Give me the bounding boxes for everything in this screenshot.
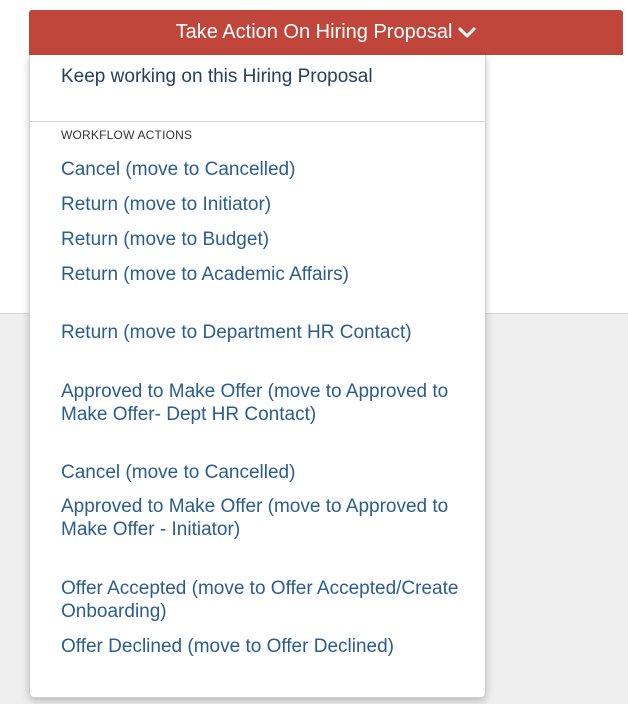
menu-item-cancel-2[interactable]: Cancel (move to Cancelled)	[61, 461, 471, 484]
chevron-down-icon	[458, 11, 476, 56]
menu-item-approved-dept-hr[interactable]: Approved to Make Offer (move to Approved…	[61, 380, 471, 426]
menu-item-return-department-hr[interactable]: Return (move to Department HR Contact)	[61, 321, 471, 344]
menu-item-offer-accepted[interactable]: Offer Accepted (move to Offer Accepted/C…	[61, 577, 471, 623]
workflow-actions-header: WORKFLOW ACTIONS	[61, 128, 193, 142]
menu-item-return-initiator[interactable]: Return (move to Initiator)	[61, 193, 471, 216]
take-action-button-label: Take Action On Hiring Proposal	[175, 21, 453, 43]
hiring-proposal-actions-menu: Keep working on this Hiring Proposal WOR…	[29, 55, 486, 698]
menu-item-return-academic-affairs[interactable]: Return (move to Academic Affairs)	[61, 263, 471, 286]
menu-item-keep-working[interactable]: Keep working on this Hiring Proposal	[61, 65, 471, 88]
menu-item-offer-declined[interactable]: Offer Declined (move to Offer Declined)	[61, 635, 471, 658]
menu-separator	[30, 121, 485, 122]
menu-item-approved-initiator[interactable]: Approved to Make Offer (move to Approved…	[61, 495, 471, 541]
menu-item-return-budget[interactable]: Return (move to Budget)	[61, 228, 471, 251]
take-action-button[interactable]: Take Action On Hiring Proposal	[29, 10, 623, 55]
menu-item-cancel[interactable]: Cancel (move to Cancelled)	[61, 158, 471, 181]
